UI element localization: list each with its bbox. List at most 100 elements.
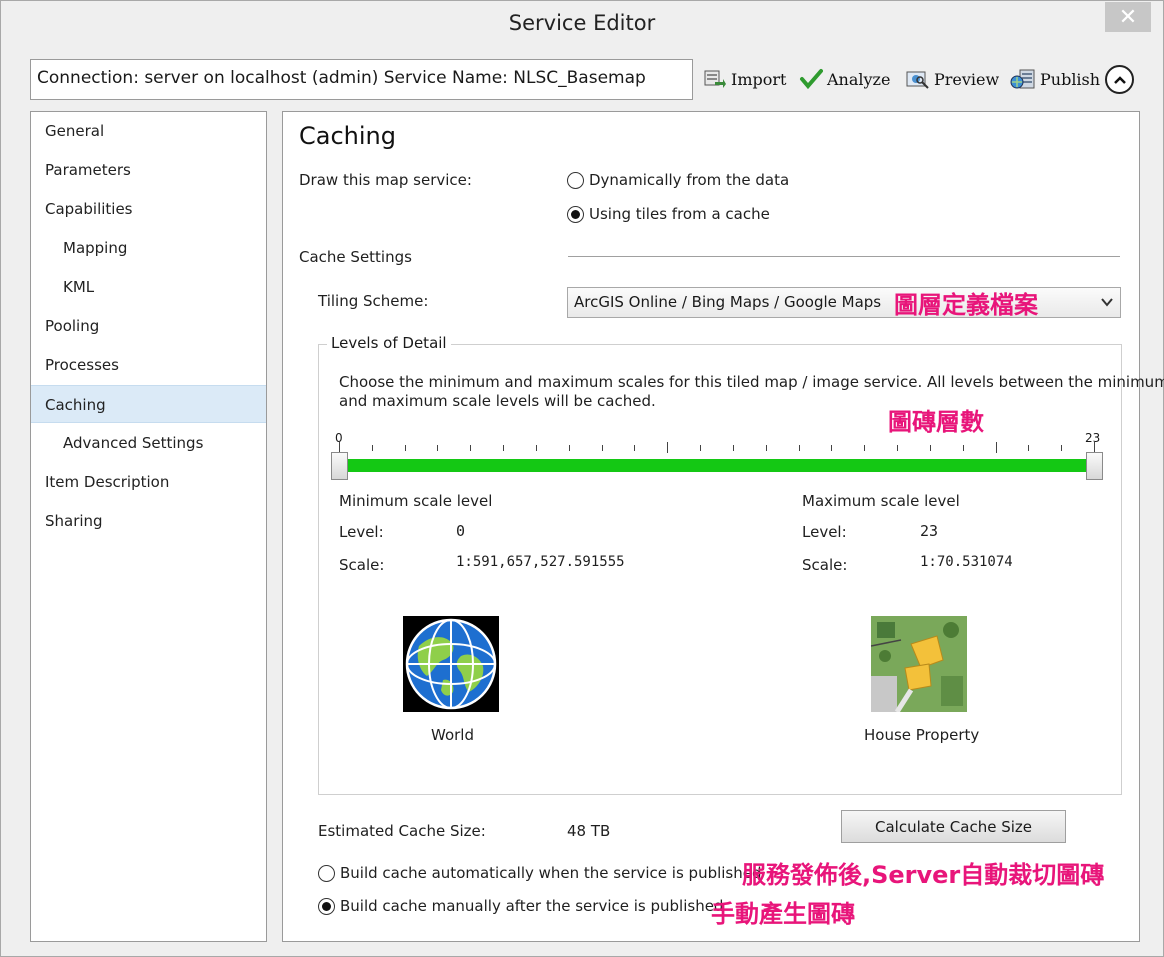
slider-max-thumb[interactable] xyxy=(1086,452,1103,480)
window-title: Service Editor xyxy=(508,11,656,35)
estimated-size-label: Estimated Cache Size: xyxy=(318,822,486,840)
house-property-caption: House Property xyxy=(864,726,980,744)
calculate-cache-size-label: Calculate Cache Size xyxy=(874,817,1033,836)
slider-tick xyxy=(667,442,669,453)
radio-dynamic-label: Dynamically from the data xyxy=(589,171,790,189)
min-scale-value: 1:591,657,527.591555 xyxy=(456,554,625,570)
nav-item-item-description[interactable]: Item Description xyxy=(31,463,266,501)
import-icon xyxy=(704,70,726,88)
annotation-manual: 手動產生圖磚 xyxy=(711,900,855,928)
publish-label: Publish xyxy=(1040,69,1101,89)
connection-field: Connection: server on localhost (admin) … xyxy=(30,59,693,100)
publish-icon xyxy=(1010,69,1035,89)
left-nav: General Parameters Capabilities Mapping … xyxy=(30,111,267,942)
max-level-label: Level: xyxy=(802,523,847,541)
radio-tiles-label: Using tiles from a cache xyxy=(589,205,770,223)
radio-dynamic-circle[interactable] xyxy=(567,171,584,189)
collapse-button[interactable] xyxy=(1105,65,1134,94)
radio-build-auto-circle[interactable] xyxy=(318,864,335,882)
slider-tick xyxy=(470,445,472,451)
max-level-value: 23 xyxy=(920,522,939,540)
lod-slider-range[interactable] xyxy=(339,459,1094,472)
estimated-size-value: 48 TB xyxy=(567,822,611,840)
title-bar: Service Editor ✕ xyxy=(1,1,1163,47)
slider-tick xyxy=(897,445,899,451)
radio-build-manual-circle[interactable] xyxy=(318,897,335,915)
slider-min-thumb[interactable] xyxy=(331,452,348,480)
tiling-scheme-label: Tiling Scheme: xyxy=(318,292,429,310)
lod-description-2: and maximum scale levels will be cached. xyxy=(339,392,656,410)
nav-item-sharing[interactable]: Sharing xyxy=(31,502,266,540)
max-scale-heading: Maximum scale level xyxy=(802,492,960,510)
slider-tick xyxy=(700,445,702,451)
world-caption: World xyxy=(431,726,474,744)
slider-tick xyxy=(601,445,603,451)
house-property-image xyxy=(871,616,967,712)
lod-description-1: Choose the minimum and maximum scales fo… xyxy=(339,373,1164,391)
nav-item-advanced-settings[interactable]: Advanced Settings xyxy=(31,424,266,462)
slider-tick xyxy=(1061,445,1063,451)
slider-tick xyxy=(634,445,636,451)
nav-item-kml[interactable]: KML xyxy=(31,268,266,306)
slider-tick xyxy=(437,445,439,451)
page-title: Caching xyxy=(299,122,396,150)
slider-tick xyxy=(864,445,866,451)
annotation-auto: 服務發佈後,Server自動裁切圖磚 xyxy=(742,861,1105,889)
slider-tick xyxy=(995,442,997,453)
slider-tick xyxy=(371,445,373,451)
draw-label: Draw this map service: xyxy=(299,171,472,189)
preview-icon xyxy=(906,71,929,89)
radio-build-auto[interactable]: Build cache automatically when the servi… xyxy=(318,864,762,882)
slider-tick xyxy=(503,445,505,451)
tick-label-max: 23 xyxy=(1085,431,1101,445)
import-label: Import xyxy=(731,69,787,89)
world-globe-image xyxy=(403,616,499,712)
min-scale-label: Scale: xyxy=(339,556,385,574)
slider-tick xyxy=(535,445,537,451)
radio-tiles[interactable]: Using tiles from a cache xyxy=(567,205,770,223)
annotation-levels: 圖磚層數 xyxy=(888,408,984,436)
nav-item-processes[interactable]: Processes xyxy=(31,346,266,384)
min-level-value: 0 xyxy=(456,522,466,540)
radio-build-manual[interactable]: Build cache manually after the service i… xyxy=(318,897,723,915)
preview-button[interactable]: Preview xyxy=(906,66,999,92)
annotation-tiling: 圖層定義檔案 xyxy=(894,291,1038,319)
min-scale-heading: Minimum scale level xyxy=(339,492,493,510)
nav-item-caching[interactable]: Caching xyxy=(31,385,266,423)
slider-tick xyxy=(929,445,931,451)
analyze-label: Analyze xyxy=(827,69,891,89)
caching-panel: Caching Draw this map service: Dynamical… xyxy=(282,111,1164,942)
calculate-cache-size-button[interactable]: Calculate Cache Size xyxy=(841,810,1066,843)
nav-item-mapping[interactable]: Mapping xyxy=(31,229,266,267)
close-icon: ✕ xyxy=(1118,4,1138,30)
chevron-down-icon xyxy=(1101,298,1113,307)
lod-legend: Levels of Detail xyxy=(327,334,451,352)
analyze-button[interactable]: Analyze xyxy=(799,66,890,92)
radio-tiles-circle[interactable] xyxy=(567,205,584,223)
chevron-up-icon xyxy=(1113,75,1126,84)
slider-tick xyxy=(568,445,570,451)
nav-item-general[interactable]: General xyxy=(31,112,266,150)
preview-label: Preview xyxy=(934,69,1000,89)
slider-tick xyxy=(1028,445,1030,451)
nav-item-capabilities[interactable]: Capabilities xyxy=(31,190,266,228)
service-editor-window: Service Editor ✕ Connection: server on l… xyxy=(0,0,1164,957)
max-scale-value: 1:70.531074 xyxy=(920,554,1013,570)
slider-tick xyxy=(798,445,800,451)
slider-tick xyxy=(732,445,734,451)
max-scale-label: Scale: xyxy=(802,556,848,574)
close-button[interactable]: ✕ xyxy=(1105,2,1151,32)
radio-build-auto-label: Build cache automatically when the servi… xyxy=(340,864,762,882)
cache-settings-label: Cache Settings xyxy=(299,248,412,266)
nav-item-pooling[interactable]: Pooling xyxy=(31,307,266,345)
cache-settings-divider xyxy=(568,256,1120,257)
checkmark-icon xyxy=(800,69,823,90)
slider-tick xyxy=(962,445,964,451)
radio-dynamic[interactable]: Dynamically from the data xyxy=(567,171,789,189)
slider-tick xyxy=(404,445,406,451)
min-level-label: Level: xyxy=(339,523,384,541)
publish-button[interactable]: Publish xyxy=(1010,66,1100,92)
nav-item-parameters[interactable]: Parameters xyxy=(31,151,266,189)
tiling-scheme-value: ArcGIS Online / Bing Maps / Google Maps xyxy=(574,293,882,311)
import-button[interactable]: Import xyxy=(703,66,786,92)
